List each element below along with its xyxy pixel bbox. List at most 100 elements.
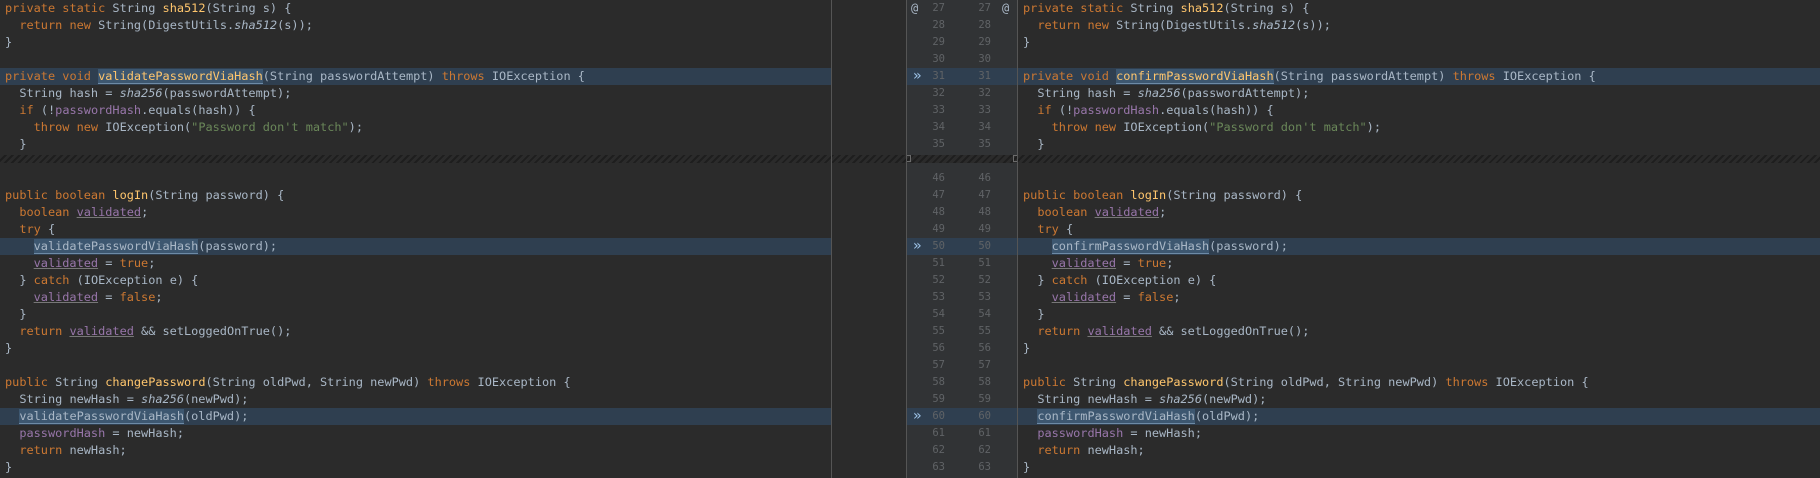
line-number: 62: [932, 444, 945, 456]
line-number: 61: [978, 427, 991, 439]
line-number: 63: [932, 461, 945, 473]
code-line: }: [1037, 137, 1045, 151]
changed-identifier: confirmPasswordViaHash: [1051, 239, 1210, 254]
line-number: 55: [932, 325, 945, 337]
code-line: return newHash;: [1037, 443, 1145, 457]
line-number: 28: [932, 19, 945, 31]
line-number: 48: [978, 206, 991, 218]
left-code-pane: private static String sha512(String s) {…: [0, 0, 906, 478]
line-number: 35: [932, 138, 945, 150]
code-line: if (!passwordHash.equals(hash)) {: [19, 103, 256, 117]
code-line: String newHash = sha256(newPwd);: [19, 392, 249, 406]
code-line: private static String sha512(String s) {: [5, 1, 292, 15]
override-icon[interactable]: @: [1002, 0, 1009, 17]
changed-identifier: validatePasswordViaHash: [19, 409, 184, 424]
line-number: 58: [932, 376, 945, 388]
line-number: 56: [932, 342, 945, 354]
line-number: 47: [932, 189, 945, 201]
line-number: 57: [932, 359, 945, 371]
line-number: 50: [978, 240, 991, 252]
code-line: }: [1023, 341, 1031, 355]
changed-identifier: confirmPasswordViaHash: [1037, 409, 1195, 424]
line-number: 59: [978, 393, 991, 405]
code-line: boolean validated;: [19, 205, 149, 219]
line-number: 33: [932, 104, 945, 116]
code-line: return validated && setLoggedOnTrue();: [1037, 324, 1310, 338]
changed-line: confirmPasswordViaHash(password);: [1018, 238, 1820, 255]
code-line: }: [5, 341, 13, 355]
line-number: 29: [978, 36, 991, 48]
code-line: throw new IOException("Password don't ma…: [33, 120, 363, 134]
code-line: } catch (IOException e) {: [19, 273, 199, 287]
changed-line: validatePasswordViaHash(oldPwd);: [0, 408, 831, 425]
line-number: 30: [978, 53, 991, 65]
code-line: validated = false;: [1051, 290, 1181, 304]
code-line: return new String(DigestUtils.sha512(s))…: [19, 18, 313, 32]
collapsed-region[interactable]: [1018, 155, 1820, 163]
line-number: 53: [932, 291, 945, 303]
line-number: 61: [932, 427, 945, 439]
code-line: passwordHash = newHash;: [19, 426, 184, 440]
code-line: }: [19, 137, 27, 151]
line-number: 55: [978, 325, 991, 337]
apply-change-arrow-icon[interactable]: »: [913, 68, 927, 85]
override-icon[interactable]: @: [911, 0, 918, 17]
line-number: 48: [932, 206, 945, 218]
line-number: 32: [932, 87, 945, 99]
changed-line: confirmPasswordViaHash(oldPwd);: [1018, 408, 1820, 425]
line-number: 58: [978, 376, 991, 388]
line-number: 47: [978, 189, 991, 201]
line-number: 49: [978, 223, 991, 235]
code-line: boolean validated;: [1037, 205, 1167, 219]
changed-line: private void confirmPasswordViaHash(Stri…: [1018, 68, 1820, 85]
line-number: 46: [932, 172, 945, 184]
code-line: throw new IOException("Password don't ma…: [1051, 120, 1381, 134]
line-number: 32: [978, 87, 991, 99]
code-line: }: [19, 307, 27, 321]
code-line: public String changePassword(String oldP…: [5, 375, 571, 389]
code-line: }: [1037, 307, 1045, 321]
code-line: if (!passwordHash.equals(hash)) {: [1037, 103, 1274, 117]
line-number: 54: [932, 308, 945, 320]
code-line: return validated && setLoggedOnTrue();: [19, 324, 292, 338]
right-margin-guide: [831, 0, 832, 478]
code-line: public String changePassword(String oldP…: [1023, 375, 1589, 389]
code-line: public boolean logIn(String password) {: [1023, 188, 1303, 202]
line-number: 34: [932, 121, 945, 133]
line-number: 60: [978, 410, 991, 422]
changed-line: private void validatePasswordViaHash(Str…: [0, 68, 831, 85]
code-line: validated = true;: [1051, 256, 1174, 270]
diff-gutter: 27 27 28 28 29 29 30 30 31 31 32 32 33 33 34 34 35 35 46 46…: [907, 0, 1017, 478]
diff-viewer: private static String sha512(String s) {…: [0, 0, 1820, 478]
code-line: String hash = sha256(passwordAttempt);: [1037, 86, 1310, 100]
code-line: private static String sha512(String s) {: [1023, 1, 1310, 15]
line-number: 29: [932, 36, 945, 48]
line-number: 28: [978, 19, 991, 31]
apply-change-arrow-icon[interactable]: »: [913, 408, 927, 425]
fold-toggle-icon[interactable]: [907, 155, 911, 162]
code-line: try {: [19, 222, 56, 236]
line-number: 27: [978, 2, 991, 14]
line-number: 49: [932, 223, 945, 235]
code-line: public boolean logIn(String password) {: [5, 188, 285, 202]
line-number: 52: [932, 274, 945, 286]
line-number: 54: [978, 308, 991, 320]
apply-change-arrow-icon[interactable]: »: [913, 238, 927, 255]
code-line: }: [1023, 460, 1031, 474]
line-number: 51: [932, 257, 945, 269]
code-line: }: [1023, 35, 1031, 49]
line-number: 46: [978, 172, 991, 184]
changed-identifier: validatePasswordViaHash: [98, 69, 263, 84]
code-line: }: [5, 35, 13, 49]
changed-line: validatePasswordViaHash(password);: [0, 238, 831, 255]
code-line: String hash = sha256(passwordAttempt);: [19, 86, 292, 100]
code-line: }: [5, 460, 13, 474]
code-line: return new String(DigestUtils.sha512(s))…: [1037, 18, 1331, 32]
collapsed-region[interactable]: [0, 155, 906, 163]
right-code-pane: private static String sha512(String s) {…: [1018, 0, 1820, 478]
line-number: 34: [978, 121, 991, 133]
line-number: 52: [978, 274, 991, 286]
collapsed-region[interactable]: [907, 155, 1017, 163]
line-number: 33: [978, 104, 991, 116]
code-line: } catch (IOException e) {: [1037, 273, 1217, 287]
